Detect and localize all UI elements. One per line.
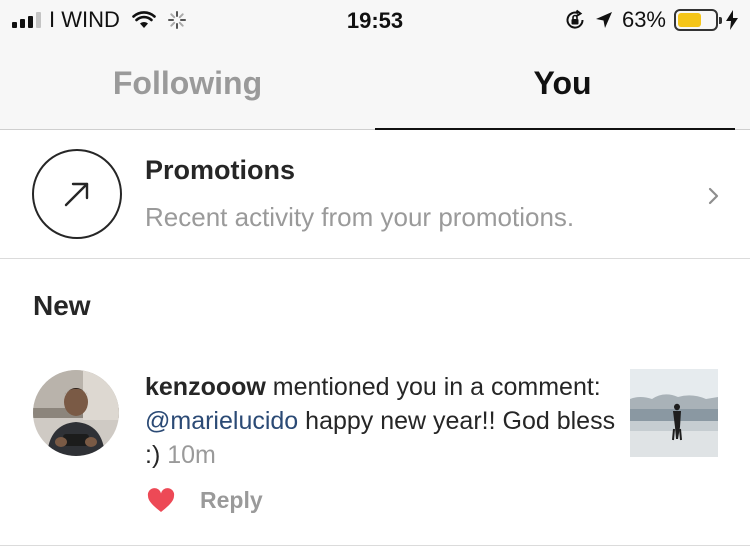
avatar[interactable] [33,370,119,456]
heart-icon[interactable] [147,488,175,514]
activity-tabs: Following You [0,42,750,130]
bottom-divider [0,545,750,546]
promotions-title: Promotions [145,155,296,185]
post-thumbnail[interactable] [630,369,718,457]
battery-level [678,13,701,27]
tab-following[interactable]: Following [0,42,375,130]
battery-icon [674,9,722,31]
status-bar: I WIND 19:53 63% [0,0,750,42]
notification-time: 10m [167,441,216,469]
reply-button[interactable]: Reply [200,487,263,514]
rotation-lock-icon [566,9,584,29]
arrow-up-right-icon [32,149,122,239]
notification-item: kenzooow mentioned you in a comment: @ma… [0,360,750,544]
notification-text: kenzooow mentioned you in a comment: @ma… [145,370,620,472]
notification-action: mentioned you in a comment: [265,373,601,401]
location-arrow-icon [595,12,612,28]
status-right: 63% [564,7,738,32]
notification-username[interactable]: kenzooow [145,373,266,401]
promotions-row[interactable]: Promotions Recent activity from your pro… [0,131,750,259]
battery-percent: 63% [621,7,666,32]
chevron-right-icon [708,187,719,205]
charging-bolt-icon [726,10,738,30]
tab-you[interactable]: You [375,42,750,130]
active-tab-indicator [375,128,735,130]
section-heading-new: New [33,290,91,321]
promotions-subtitle: Recent activity from your promotions. [145,202,575,232]
notification-mention[interactable]: @marielucido [145,407,298,435]
